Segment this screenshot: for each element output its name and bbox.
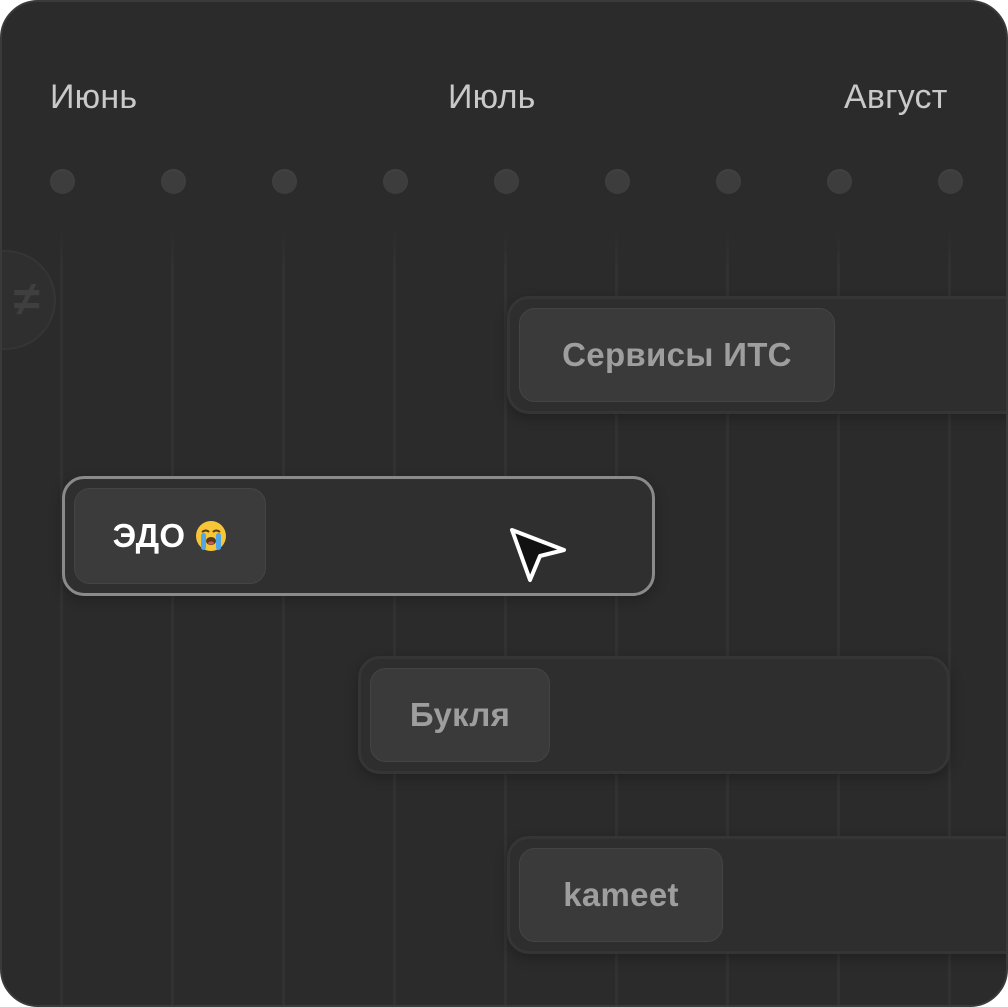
side-badge: ≠ — [2, 250, 56, 350]
task-label-chip[interactable]: ЭДО — [74, 488, 266, 584]
task-label: Сервисы ИТС — [562, 336, 792, 373]
loudly-crying-face-icon — [196, 521, 227, 551]
timeline-panel: Июнь Июль Август ≠ Сервисы ИТС ЭДО Букля… — [0, 0, 1008, 1007]
timeline-dot — [383, 169, 408, 194]
timeline-dot — [272, 169, 297, 194]
grid-line — [282, 230, 285, 1005]
task-label: Букля — [409, 696, 511, 733]
task-label-chip[interactable]: Сервисы ИТС — [519, 308, 835, 402]
month-august: Август — [844, 78, 948, 116]
timeline-dot — [605, 169, 630, 194]
timeline-dot — [716, 169, 741, 194]
month-june: Июнь — [50, 78, 138, 116]
timeline-dot — [827, 169, 852, 194]
task-label-chip[interactable]: Букля — [370, 668, 550, 762]
month-july: Июль — [448, 78, 536, 116]
task-label-chip[interactable]: kameet — [519, 848, 723, 942]
task-label: ЭДО — [112, 517, 186, 554]
not-equal-icon: ≠ — [13, 273, 40, 326]
task-bar-its-services[interactable]: Сервисы ИТС — [507, 296, 1006, 414]
grid-line — [171, 230, 174, 1005]
grid-line — [60, 230, 63, 1005]
timeline-dot — [494, 169, 519, 194]
timeline-dot — [938, 169, 963, 194]
grid-line — [393, 230, 396, 1005]
timeline-dot — [161, 169, 186, 194]
task-label: kameet — [563, 876, 679, 913]
mouse-pointer-icon — [510, 528, 566, 582]
timeline-dot — [50, 169, 75, 194]
task-bar-bukla[interactable]: Букля — [358, 656, 950, 774]
task-bar-kameet[interactable]: kameet — [507, 836, 1006, 954]
